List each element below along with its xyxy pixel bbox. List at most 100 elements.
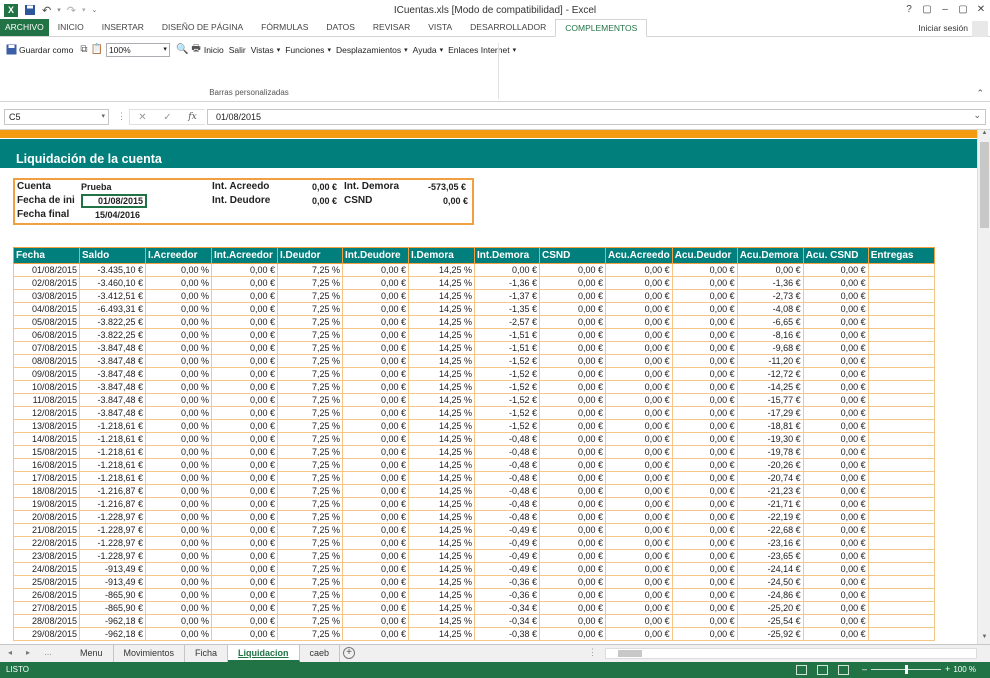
table-cell[interactable]: -0,48 € [474, 432, 540, 446]
table-cell[interactable] [867, 419, 935, 433]
table-cell[interactable]: 0,00 € [211, 276, 278, 290]
table-cell[interactable]: -24,50 € [736, 575, 804, 589]
zoom-select[interactable]: 100% [105, 42, 170, 57]
funciones-menu[interactable]: Funciones [285, 45, 331, 55]
table-cell[interactable]: -0,48 € [474, 497, 540, 511]
restore-icon[interactable]: ▢ [954, 0, 972, 20]
zoom-slider[interactable]: – + [862, 664, 950, 674]
table-cell[interactable]: 0,00 € [605, 601, 673, 615]
table-cell[interactable]: 0,00 € [605, 276, 673, 290]
table-cell[interactable]: 14,25 % [408, 614, 475, 628]
table-cell[interactable]: 0,00 % [145, 614, 212, 628]
table-cell[interactable]: 14,25 % [408, 289, 475, 303]
desplazamientos-menu[interactable]: Desplazamientos [336, 45, 408, 55]
table-cell[interactable]: 0,00 € [671, 627, 738, 641]
table-cell[interactable]: -1.218,61 € [79, 458, 146, 472]
table-cell[interactable]: -19,78 € [736, 445, 804, 459]
table-cell[interactable]: 29/08/2015 [13, 627, 80, 641]
table-cell[interactable]: 0,00 € [802, 406, 869, 420]
table-cell[interactable]: 0,00 € [211, 289, 278, 303]
table-cell[interactable]: 14,25 % [408, 497, 475, 511]
table-cell[interactable]: -25,20 € [736, 601, 804, 615]
paste-icon[interactable]: 📋 [90, 44, 102, 55]
table-cell[interactable]: -9,68 € [736, 341, 804, 355]
table-cell[interactable]: 0,00 € [342, 302, 409, 316]
table-cell[interactable]: 7,25 % [277, 380, 343, 394]
table-cell[interactable]: -865,90 € [79, 601, 146, 615]
horizontal-scroll-thumb[interactable] [618, 650, 642, 657]
table-cell[interactable] [867, 510, 935, 524]
sheet-tab-caeb[interactable]: caeb [300, 645, 341, 662]
table-cell[interactable]: -8,16 € [736, 328, 804, 342]
table-cell[interactable]: 0,00 % [145, 393, 212, 407]
table-cell[interactable]: 0,00 € [211, 367, 278, 381]
table-cell[interactable]: 10/08/2015 [13, 380, 80, 394]
table-cell[interactable]: 0,00 € [211, 588, 278, 602]
table-cell[interactable]: 27/08/2015 [13, 601, 80, 615]
zoom-track[interactable] [871, 664, 942, 674]
table-cell[interactable]: 0,00 € [211, 445, 278, 459]
table-cell[interactable]: -3.435,10 € [79, 263, 146, 277]
table-cell[interactable]: 0,00 € [211, 419, 278, 433]
table-cell[interactable]: 7,25 % [277, 575, 343, 589]
table-cell[interactable]: 14,25 % [408, 510, 475, 524]
table-cell[interactable]: 0,00 € [802, 536, 869, 550]
table-cell[interactable]: 0,00 € [802, 614, 869, 628]
table-cell[interactable]: 04/08/2015 [13, 302, 80, 316]
table-cell[interactable]: 19/08/2015 [13, 497, 80, 511]
table-cell[interactable]: 0,00 % [145, 328, 212, 342]
table-cell[interactable] [867, 406, 935, 420]
table-cell[interactable]: 7,25 % [277, 354, 343, 368]
table-cell[interactable]: 14,25 % [408, 380, 475, 394]
table-cell[interactable]: 0,00 € [605, 341, 673, 355]
table-cell[interactable]: 0,00 € [211, 471, 278, 485]
tab-revisar[interactable]: REVISAR [364, 19, 419, 36]
table-cell[interactable]: 0,00 € [342, 432, 409, 446]
table-cell[interactable]: -3.847,48 € [79, 380, 146, 394]
table-cell[interactable]: 0,00 € [539, 406, 606, 420]
table-cell[interactable] [867, 497, 935, 511]
table-cell[interactable]: 0,00 € [539, 575, 606, 589]
table-cell[interactable]: 7,25 % [277, 276, 343, 290]
table-cell[interactable]: 0,00 € [802, 575, 869, 589]
table-cell[interactable]: 0,00 € [605, 328, 673, 342]
table-cell[interactable]: 0,00 € [802, 497, 869, 511]
table-cell[interactable]: 0,00 € [802, 471, 869, 485]
table-cell[interactable]: -3.822,25 € [79, 328, 146, 342]
column-header[interactable]: CSND [539, 247, 606, 264]
table-cell[interactable]: 0,00 € [605, 575, 673, 589]
scroll-down-icon[interactable]: ▼ [978, 634, 990, 644]
table-cell[interactable]: -18,81 € [736, 419, 804, 433]
ayuda-menu[interactable]: Ayuda [413, 45, 443, 55]
table-cell[interactable]: 0,00 % [145, 484, 212, 498]
table-cell[interactable] [867, 276, 935, 290]
table-cell[interactable]: -3.412,51 € [79, 289, 146, 303]
table-cell[interactable]: -865,90 € [79, 588, 146, 602]
table-cell[interactable]: 0,00 € [802, 289, 869, 303]
save-as-button[interactable]: Guardar como [6, 44, 73, 55]
table-cell[interactable]: 0,00 € [605, 536, 673, 550]
vertical-scrollbar[interactable]: ▲ ▼ [977, 130, 990, 644]
enlaces-internet-menu[interactable]: Enlaces Internet [448, 45, 516, 55]
table-cell[interactable]: 0,00 € [671, 458, 738, 472]
insert-function-icon[interactable]: fx [188, 112, 196, 122]
table-cell[interactable]: -3.847,48 € [79, 406, 146, 420]
table-cell[interactable]: 0,00 € [539, 601, 606, 615]
table-cell[interactable]: -0,49 € [474, 536, 540, 550]
table-cell[interactable]: -0,49 € [474, 523, 540, 537]
table-cell[interactable]: 0,00 € [671, 328, 738, 342]
table-cell[interactable]: -1,52 € [474, 380, 540, 394]
table-cell[interactable] [867, 315, 935, 329]
table-cell[interactable]: 0,00 € [539, 588, 606, 602]
table-cell[interactable]: 0,00 € [342, 354, 409, 368]
column-header[interactable]: Saldo [79, 247, 146, 264]
table-cell[interactable] [867, 341, 935, 355]
table-cell[interactable]: 0,00 € [802, 354, 869, 368]
table-cell[interactable]: 7,25 % [277, 341, 343, 355]
table-cell[interactable]: 0,00 € [342, 614, 409, 628]
column-header[interactable]: Acu.Demora [736, 247, 804, 264]
table-cell[interactable]: 0,00 € [802, 393, 869, 407]
table-cell[interactable]: 7,25 % [277, 445, 343, 459]
table-cell[interactable]: -0,48 € [474, 458, 540, 472]
zoom-in-icon[interactable]: + [945, 664, 950, 674]
